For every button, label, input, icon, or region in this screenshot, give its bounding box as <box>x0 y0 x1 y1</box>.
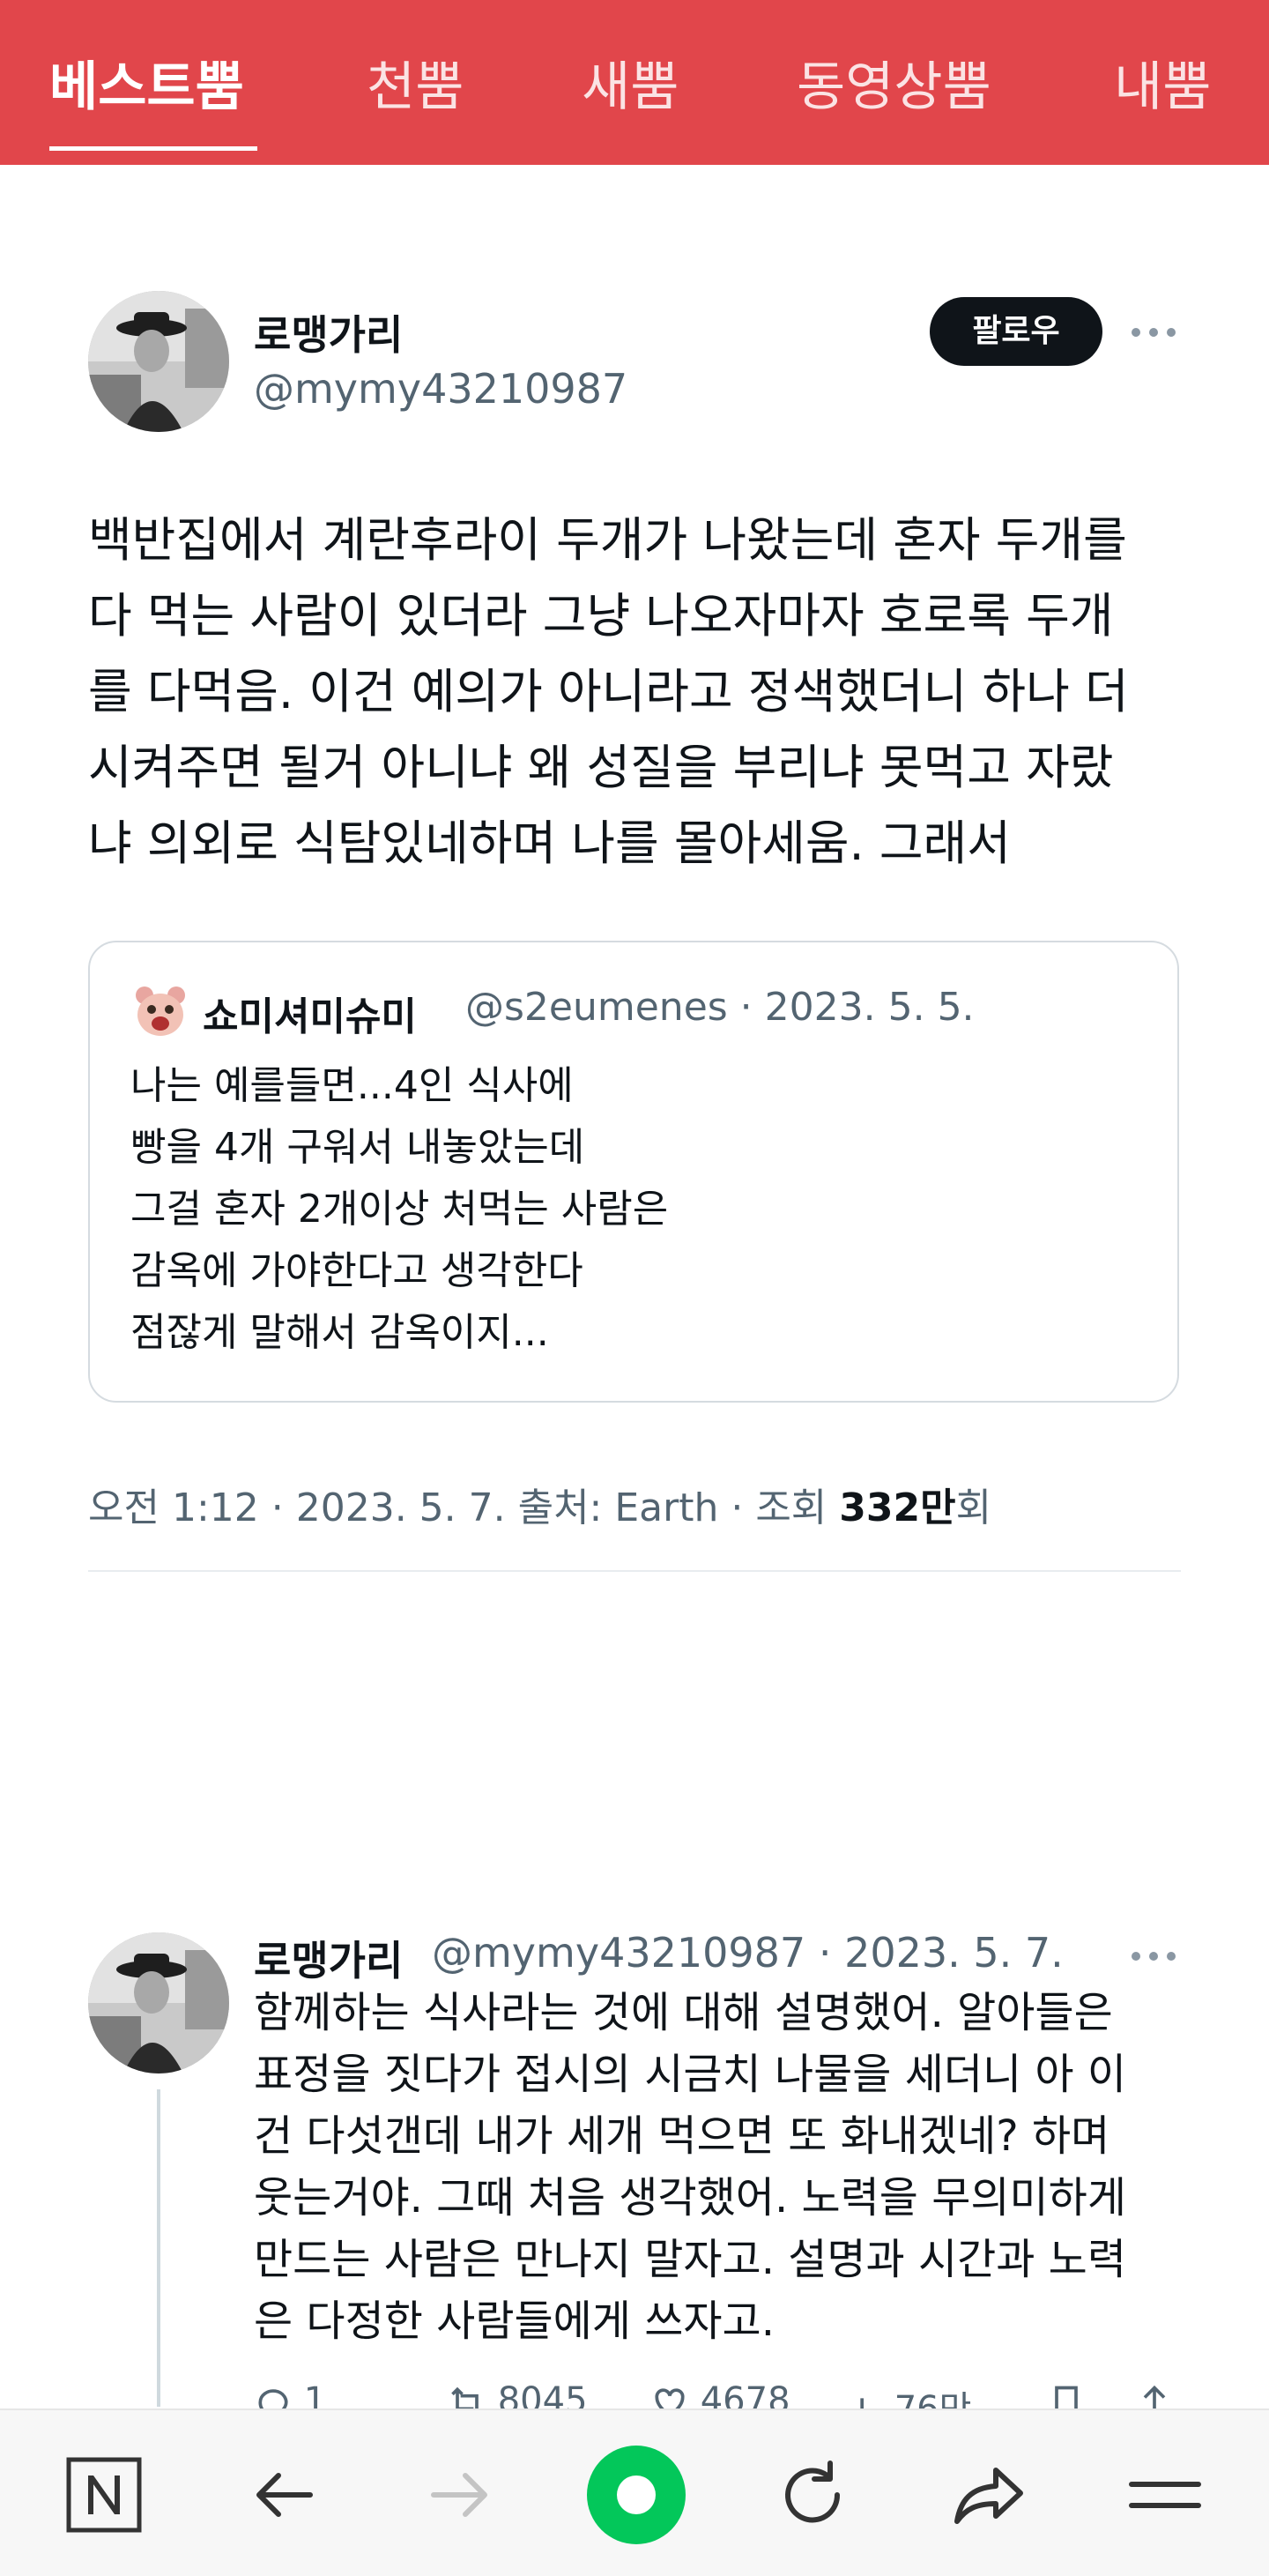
tab-best[interactable]: 베스트뿜 <box>49 44 244 123</box>
view-suffix: 회 <box>955 1485 992 1530</box>
naver-n-icon[interactable] <box>60 2451 148 2539</box>
menu-icon[interactable] <box>1121 2451 1209 2539</box>
quote-avatar <box>130 981 190 1041</box>
reply-text: 함께하는 식사라는 것에 대해 설명했어. 알아들은 표정을 짓다가 접시의 시… <box>254 1988 1127 2346</box>
share-icon[interactable] <box>945 2451 1033 2539</box>
reply-more-options-icon[interactable] <box>1132 1947 1184 1964</box>
handle[interactable]: @mymy43210987 <box>254 365 627 413</box>
tab-mine[interactable]: 내뿜 <box>1114 44 1211 123</box>
tweet-text: 백반집에서 계란후라이 두개가 나왔는데 혼자 두개를 다 먹는 사람이 있더라… <box>88 512 1129 871</box>
home-circle-icon[interactable] <box>585 2444 687 2546</box>
divider <box>88 1570 1181 1572</box>
reply-avatar[interactable] <box>88 1932 229 2073</box>
quote-display-name: 쇼미셔미슈미 <box>203 994 417 1039</box>
tab-cheon[interactable]: 천뿜 <box>367 44 464 123</box>
active-tab-indicator <box>49 146 257 151</box>
tweet-meta-text: 오전 1:12 · 2023. 5. 7. 출처: Earth · 조회 <box>88 1485 840 1530</box>
more-options-icon[interactable] <box>1132 323 1184 340</box>
quote-meta: @s2eumenes · 2023. 5. 5. <box>465 985 975 1030</box>
tweet-meta: 오전 1:12 · 2023. 5. 7. 출처: Earth · 조회 332… <box>88 1476 991 1532</box>
reply-display-name[interactable]: 로맹가리 <box>254 1929 403 1987</box>
reply-meta[interactable]: @mymy43210987 · 2023. 5. 7. <box>432 1929 1064 1977</box>
view-count: 332만 <box>839 1485 956 1530</box>
quoted-tweet[interactable]: 쇼미셔미슈미 @s2eumenes · 2023. 5. 5. 나는 예를들면.… <box>88 941 1179 1403</box>
avatar[interactable] <box>88 291 229 432</box>
forward-arrow-icon[interactable] <box>416 2451 504 2539</box>
thread-line <box>157 2089 160 2407</box>
quote-text: 나는 예를들면...4인 식사에 빵을 4개 구워서 내놓았는데 그걸 혼자 2… <box>130 1063 669 1355</box>
tab-video[interactable]: 동영상뿜 <box>797 44 991 123</box>
tab-new[interactable]: 새뿜 <box>582 44 679 123</box>
follow-button[interactable]: 팔로우 <box>930 297 1102 366</box>
top-tab-bar: 베스트뿜 천뿜 새뿜 동영상뿜 내뿜 <box>0 0 1269 165</box>
browser-bottom-bar <box>0 2408 1269 2576</box>
back-arrow-icon[interactable] <box>240 2451 328 2539</box>
refresh-icon[interactable] <box>768 2451 857 2539</box>
display-name[interactable]: 로맹가리 <box>254 303 403 361</box>
